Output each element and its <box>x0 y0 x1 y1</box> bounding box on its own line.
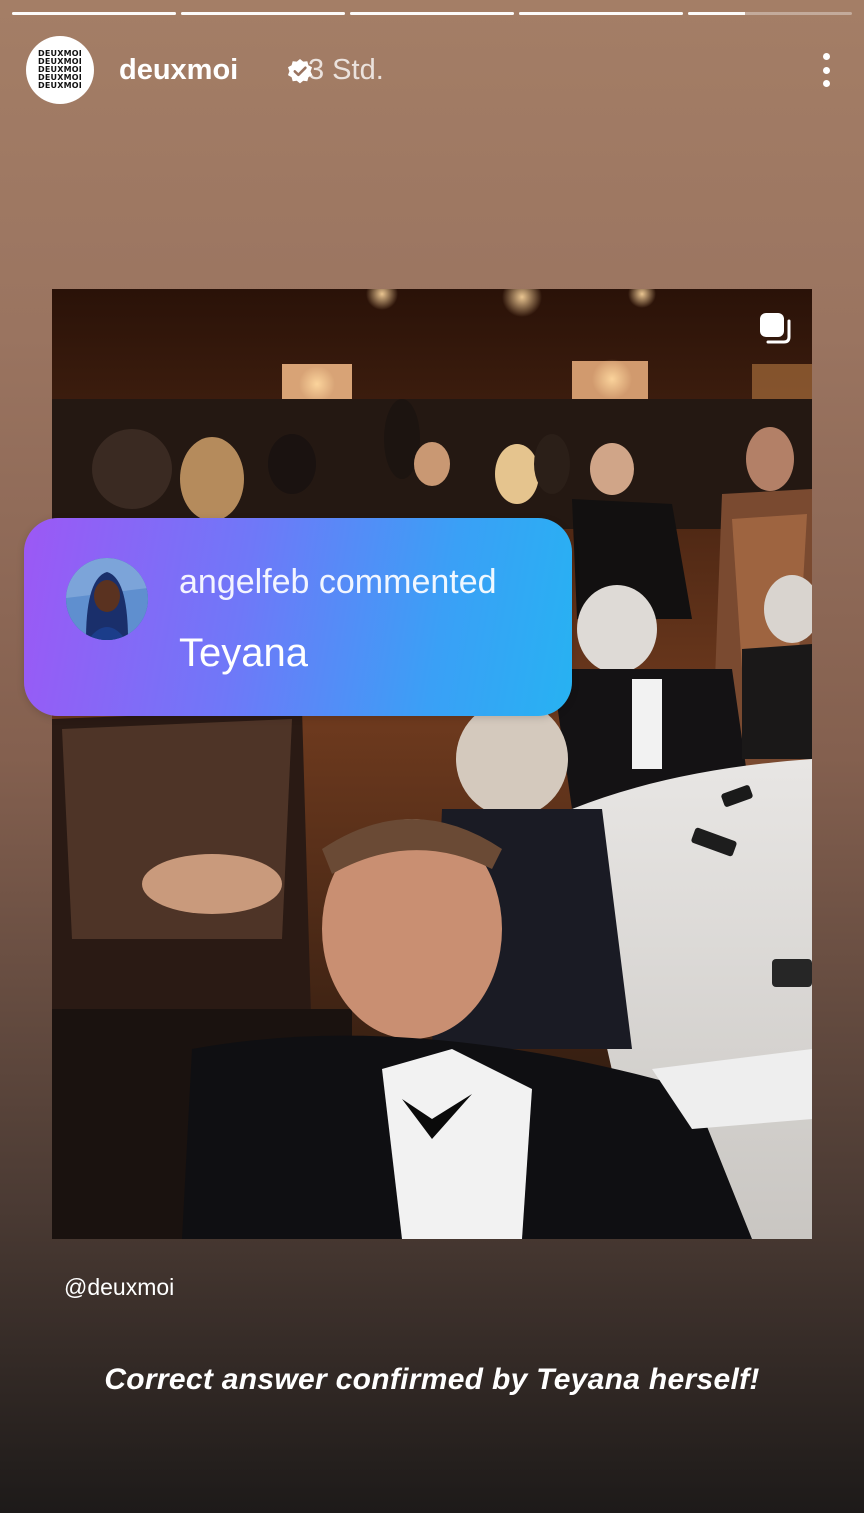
comment-heading: angelfeb commented <box>179 563 497 601</box>
story-header: DEUXMOI DEUXMOI DEUXMOI DEUXMOI DEUXMOI … <box>26 36 838 104</box>
story-caption: Correct answer confirmed by Teyana herse… <box>104 1363 760 1396</box>
more-vertical-icon[interactable] <box>814 50 838 90</box>
progress-segment <box>350 12 514 15</box>
commenter-avatar <box>66 558 148 640</box>
multiple-photos-icon <box>760 313 791 344</box>
avatar[interactable]: DEUXMOI DEUXMOI DEUXMOI DEUXMOI DEUXMOI <box>26 36 94 104</box>
story-view[interactable]: DEUXMOI DEUXMOI DEUXMOI DEUXMOI DEUXMOI … <box>0 0 864 1513</box>
mention-link[interactable]: @deuxmoi <box>64 1272 174 1302</box>
progress-segment-current <box>688 12 852 15</box>
username[interactable]: deuxmoi <box>119 52 238 88</box>
story-progress-bar <box>12 12 852 16</box>
comment-sticker[interactable]: angelfeb commented Teyana <box>24 518 572 716</box>
comment-text: Teyana <box>179 631 308 675</box>
avatar-logo: DEUXMOI DEUXMOI DEUXMOI DEUXMOI DEUXMOI <box>38 49 82 90</box>
shared-video-media[interactable] <box>52 289 812 1239</box>
progress-segment <box>181 12 345 15</box>
progress-segment <box>519 12 683 15</box>
post-time: 3 Std. <box>308 54 384 86</box>
progress-segment <box>12 12 176 15</box>
event-photo <box>52 289 812 1239</box>
